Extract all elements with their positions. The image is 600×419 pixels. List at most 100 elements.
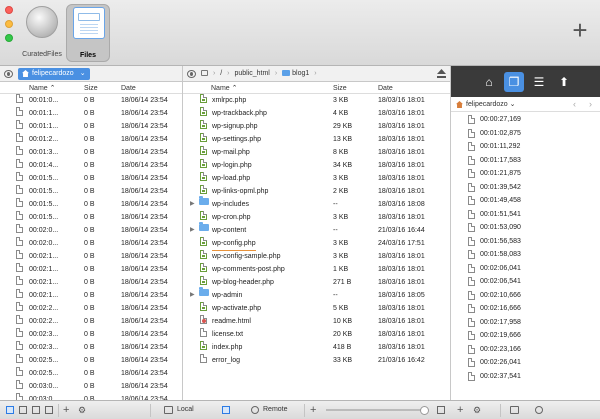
- table-row[interactable]: 00:02:0... 0 B 18/06/14 23:54: [0, 237, 182, 250]
- list-item[interactable]: 00:00:27,169: [451, 113, 600, 127]
- list-item[interactable]: 00:01:51,541: [451, 208, 600, 222]
- table-row[interactable]: 00:01:5... 0 B 18/06/14 23:54: [0, 198, 182, 211]
- close-window-button[interactable]: [5, 6, 13, 14]
- table-row[interactable]: wp-login.php 34 KB 18/03/16 18:01: [183, 159, 450, 172]
- col-size[interactable]: Size: [333, 83, 347, 94]
- disclosure-triangle-icon[interactable]: ▶: [190, 289, 195, 302]
- gear-icon[interactable]: ⚙: [473, 402, 481, 418]
- table-row[interactable]: license.txt 20 KB 18/03/16 18:01: [183, 328, 450, 341]
- breadcrumb-public-html[interactable]: public_html: [234, 66, 269, 82]
- list-item[interactable]: 00:01:39,542: [451, 181, 600, 195]
- table-row[interactable]: wp-settings.php 13 KB 18/03/16 18:01: [183, 133, 450, 146]
- table-row[interactable]: wp-links-opml.php 2 KB 18/03/16 18:01: [183, 185, 450, 198]
- breadcrumb-blog1[interactable]: blog1: [292, 66, 309, 82]
- upload-icon[interactable]: ⬆: [554, 72, 574, 92]
- table-row[interactable]: wp-comments-post.php 1 KB 18/03/16 18:01: [183, 263, 450, 276]
- eject-icon[interactable]: [437, 69, 446, 78]
- gear-icon[interactable]: ⚙: [78, 402, 86, 418]
- col-date[interactable]: Date: [378, 83, 393, 94]
- list-item[interactable]: 00:02:17,958: [451, 316, 600, 330]
- table-row[interactable]: wp-trackback.php 4 KB 18/03/16 18:01: [183, 107, 450, 120]
- table-row[interactable]: 00:02:5... 0 B 18/06/14 23:54: [0, 354, 182, 367]
- list-item[interactable]: 00:02:19,666: [451, 329, 600, 343]
- table-row[interactable]: ▶ wp-includes -- 18/03/16 18:08: [183, 196, 450, 211]
- table-row[interactable]: ▶ wp-admin -- 18/03/16 18:05: [183, 287, 450, 302]
- table-row[interactable]: wp-config.php 3 KB 24/03/16 17:51: [183, 237, 450, 251]
- col-name[interactable]: Name ⌃: [29, 83, 56, 94]
- table-row[interactable]: 00:02:1... 0 B 18/06/14 23:54: [0, 289, 182, 302]
- eye-icon[interactable]: [187, 70, 196, 78]
- table-row[interactable]: 00:01:1... 0 B 18/06/14 23:54: [0, 120, 182, 133]
- list-item[interactable]: 00:01:56,583: [451, 235, 600, 249]
- table-row[interactable]: 00:02:5... 0 B 18/06/14 23:54: [0, 367, 182, 380]
- col-date[interactable]: Date: [121, 83, 136, 94]
- table-row[interactable]: xmlrpc.php 3 KB 18/03/16 18:01: [183, 94, 450, 107]
- table-row[interactable]: wp-cron.php 3 KB 18/03/16 18:01: [183, 211, 450, 224]
- add-icon[interactable]: +: [457, 402, 463, 418]
- table-row[interactable]: 00:01:5... 0 B 18/06/14 23:54: [0, 185, 182, 198]
- icon-view-icon[interactable]: [19, 406, 27, 414]
- home-icon[interactable]: ⌂: [479, 72, 499, 92]
- table-row[interactable]: 00:03:0... 0 B 18/06/14 23:54: [0, 380, 182, 393]
- files-icon[interactable]: ❐: [504, 72, 524, 92]
- remote-label[interactable]: Remote: [263, 401, 288, 419]
- col-size[interactable]: Size: [84, 83, 98, 94]
- table-row[interactable]: wp-activate.php 5 KB 18/03/16 18:01: [183, 302, 450, 315]
- gallery-view-icon[interactable]: [45, 406, 53, 414]
- disclosure-triangle-icon[interactable]: ▶: [190, 224, 195, 237]
- panel-toggle-icon[interactable]: [437, 406, 445, 414]
- disclosure-triangle-icon[interactable]: ▶: [190, 198, 195, 211]
- table-row[interactable]: 00:01:0... 0 B 18/06/14 23:54: [0, 94, 182, 107]
- table-row[interactable]: 00:01:1... 0 B 18/06/14 23:54: [0, 107, 182, 120]
- list-item[interactable]: 00:01:21,875: [451, 167, 600, 181]
- tool-curatedfiles[interactable]: CuratedFiles: [20, 4, 64, 62]
- list-item[interactable]: 00:01:58,083: [451, 248, 600, 262]
- table-row[interactable]: wp-blog-header.php 271 B 18/03/16 18:01: [183, 276, 450, 289]
- add-connection-button[interactable]: +: [570, 17, 590, 43]
- table-row[interactable]: ▶ wp-content -- 21/03/16 16:44: [183, 222, 450, 237]
- table-row[interactable]: error_log 33 KB 21/03/16 16:42: [183, 354, 450, 367]
- list-item[interactable]: 00:02:16,666: [451, 302, 600, 316]
- side-location-selector[interactable]: felipecardozo ⌄: [466, 97, 515, 112]
- table-row[interactable]: 00:01:5... 0 B 18/06/14 23:54: [0, 211, 182, 224]
- split-view-icon[interactable]: [222, 406, 230, 414]
- table-row[interactable]: 00:01:5... 0 B 18/06/14 23:54: [0, 172, 182, 185]
- list-item[interactable]: 00:01:17,583: [451, 154, 600, 168]
- list-item[interactable]: 00:02:23,166: [451, 343, 600, 357]
- info-icon[interactable]: ☰: [529, 72, 549, 92]
- table-row[interactable]: 00:02:2... 0 B 18/06/14 23:54: [0, 302, 182, 315]
- table-row[interactable]: wp-config-sample.php 3 KB 18/03/16 18:01: [183, 250, 450, 263]
- table-row[interactable]: wp-load.php 3 KB 18/03/16 18:01: [183, 172, 450, 185]
- list-item[interactable]: 00:02:06,541: [451, 275, 600, 289]
- forward-icon[interactable]: ›: [589, 97, 592, 112]
- zoom-window-button[interactable]: [5, 34, 13, 42]
- list-item[interactable]: 00:02:06,041: [451, 262, 600, 276]
- table-row[interactable]: 00:03:0... 0 B 18/06/14 23:54: [0, 393, 182, 400]
- globe-icon[interactable]: [535, 406, 543, 414]
- computer-icon[interactable]: [510, 406, 519, 414]
- list-item[interactable]: 00:02:10,666: [451, 289, 600, 303]
- table-row[interactable]: 00:02:1... 0 B 18/06/14 23:54: [0, 276, 182, 289]
- list-item[interactable]: 00:01:02,875: [451, 127, 600, 141]
- add-icon[interactable]: +: [310, 402, 316, 418]
- col-name[interactable]: Name ⌃: [211, 83, 238, 94]
- list-view-icon[interactable]: [6, 406, 14, 414]
- table-row[interactable]: 00:01:4... 0 B 18/06/14 23:54: [0, 159, 182, 172]
- list-item[interactable]: 00:02:26,041: [451, 356, 600, 370]
- table-row[interactable]: 00:02:3... 0 B 18/06/14 23:54: [0, 328, 182, 341]
- add-icon[interactable]: +: [63, 402, 69, 418]
- table-row[interactable]: 00:02:3... 0 B 18/06/14 23:54: [0, 341, 182, 354]
- table-row[interactable]: readme.html 10 KB 18/03/16 18:01: [183, 315, 450, 328]
- table-row[interactable]: 00:02:0... 0 B 18/06/14 23:54: [0, 224, 182, 237]
- table-row[interactable]: wp-signup.php 29 KB 18/03/16 18:01: [183, 120, 450, 133]
- list-item[interactable]: 00:01:53,090: [451, 221, 600, 235]
- table-row[interactable]: 00:02:1... 0 B 18/06/14 23:54: [0, 263, 182, 276]
- zoom-slider[interactable]: [326, 406, 429, 415]
- table-row[interactable]: 00:01:3... 0 B 18/06/14 23:54: [0, 146, 182, 159]
- table-row[interactable]: wp-mail.php 8 KB 18/03/16 18:01: [183, 146, 450, 159]
- column-view-icon[interactable]: [32, 406, 40, 414]
- breadcrumb-root[interactable]: /: [220, 66, 222, 82]
- table-row[interactable]: 00:02:2... 0 B 18/06/14 23:54: [0, 315, 182, 328]
- eye-icon[interactable]: [4, 70, 13, 78]
- local-location-selector[interactable]: felipecardozo ⌄: [18, 68, 90, 80]
